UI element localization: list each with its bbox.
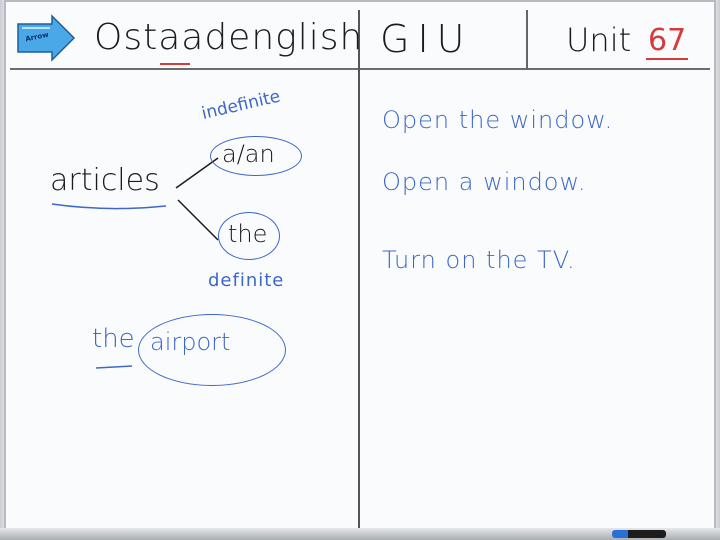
example-article: the [92,324,135,354]
diagram-lines [51,157,219,369]
example-noun: airport [150,328,231,356]
form-indefinite: a/an [222,140,275,168]
sentence-2: Open a window. [382,168,587,196]
topic-articles: articles [50,163,160,198]
sentence-3: Turn on the TV. [382,246,576,274]
form-definite: the [228,220,268,248]
label-definite: definite [208,270,285,291]
sentence-1: Open the window. [382,106,614,134]
